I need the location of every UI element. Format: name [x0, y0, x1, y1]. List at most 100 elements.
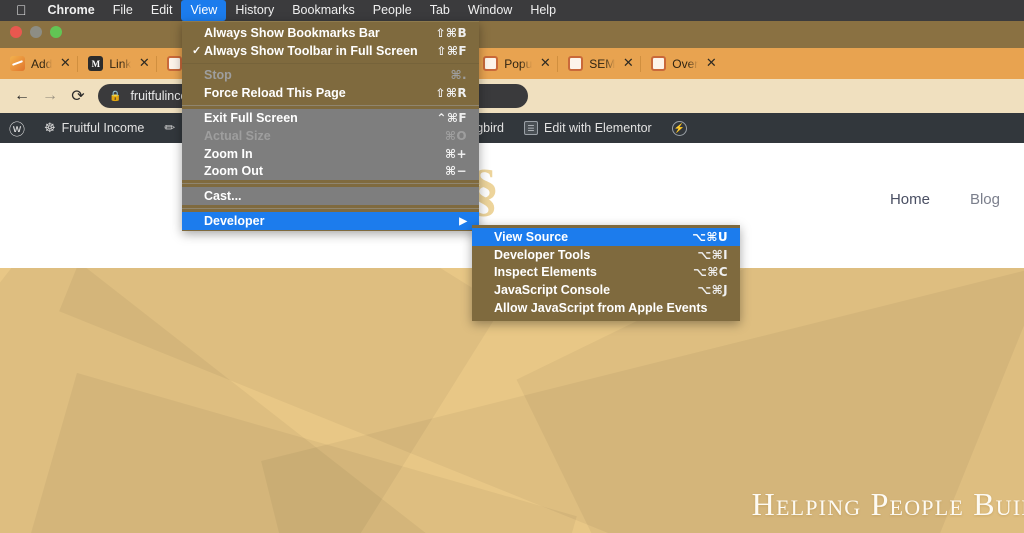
submenu-item-shortcut: ⌥⌘U [692, 229, 728, 244]
menu-item-label: Stop [204, 68, 232, 83]
browser-tab[interactable]: Over ✕ [641, 48, 723, 79]
reload-icon[interactable]: ⟳ [64, 82, 92, 110]
tab-close-icon[interactable]: ✕ [539, 57, 551, 70]
menu-check-icon: ✓ [192, 45, 202, 58]
submenu-item-allow-javascript-from-apple-events[interactable]: Allow JavaScript from Apple Events [472, 299, 740, 317]
browser-tab-title: Over [672, 56, 699, 71]
menu-item-developer[interactable]: Developer ▶ [182, 212, 479, 230]
menu-item-shortcut: ⌘. [450, 68, 467, 83]
menubar-item-help[interactable]: Help [521, 0, 565, 21]
menu-item-exit-full-screen[interactable]: Exit Full Screen ⌃⌘F [182, 109, 479, 127]
menu-item-shortcut: ⇧⌘R [435, 86, 467, 101]
adminbar-site-name: Fruitful Income [61, 121, 145, 135]
menu-item-label: Always Show Bookmarks Bar [204, 25, 380, 40]
tab-close-icon[interactable]: ✕ [705, 57, 717, 70]
menu-item-label: Always Show Toolbar in Full Screen [204, 43, 418, 58]
macos-menubar:  Chrome File Edit View History Bookmark… [0, 0, 1024, 21]
generic-favicon [167, 56, 183, 71]
elementor-icon: ☰ [524, 121, 538, 135]
menubar-item-people[interactable]: People [364, 0, 421, 21]
menu-item-always-show-bookmarks-bar[interactable]: Always Show Bookmarks Bar ⇧⌘B [182, 24, 479, 42]
adminbar-item-customize[interactable]: ✏ [154, 113, 185, 143]
menubar-item-tab[interactable]: Tab [421, 0, 459, 21]
menubar-item-bookmarks[interactable]: Bookmarks [283, 0, 364, 21]
menu-item-label: Zoom In [204, 146, 253, 161]
submenu-item-view-source[interactable]: View Source ⌥⌘U [472, 228, 740, 246]
menu-separator [182, 183, 479, 185]
close-window-button[interactable] [10, 26, 22, 38]
minimize-window-button[interactable] [30, 26, 42, 38]
menubar-item-chrome[interactable]: Chrome [39, 0, 104, 21]
menubar-item-edit[interactable]: Edit [142, 0, 182, 21]
menu-separator [182, 208, 479, 210]
menu-group: Always Show Bookmarks Bar ⇧⌘B ✓ Always Show… [182, 24, 479, 60]
menu-item-stop: Stop ⌘. [182, 67, 479, 85]
page-content: § Home Blog Helping People Buil [0, 143, 1024, 533]
nav-link-blog[interactable]: Blog [970, 191, 1000, 208]
submenu-item-inspect-elements[interactable]: Inspect Elements ⌥⌘C [472, 264, 740, 282]
menu-item-shortcut: ⌘O [444, 128, 467, 143]
menu-item-always-show-toolbar-in-full-screen[interactable]: ✓ Always Show Toolbar in Full Screen ⇧⌘F [182, 42, 479, 60]
paintbrush-icon: ✏ [164, 120, 176, 135]
zoom-window-button[interactable] [50, 26, 62, 38]
tab-close-icon[interactable]: ✕ [622, 57, 634, 70]
view-dropdown-menu[interactable]: Always Show Bookmarks Bar ⇧⌘B ✓ Always Show… [182, 21, 479, 231]
tab-close-icon[interactable]: ✕ [138, 57, 150, 70]
lightning-bolt-icon: ⚡ [671, 120, 687, 136]
browser-tab-title: Popu [504, 56, 533, 71]
generic-favicon [483, 56, 499, 71]
menu-item-label: Zoom Out [204, 164, 264, 179]
wordpress-plugin-favicon [10, 56, 25, 71]
menu-item-actual-size: Actual Size ⌘O [182, 127, 479, 145]
browser-tab[interactable]: Add ✕ [0, 48, 77, 79]
back-arrow-icon[interactable]: ← [8, 82, 36, 110]
submenu-arrow-icon: ▶ [459, 215, 467, 227]
menu-item-label: Force Reload This Page [204, 86, 346, 101]
nav-link-home[interactable]: Home [890, 191, 930, 208]
browser-tab-title: Add [31, 56, 53, 71]
menu-item-force-reload-this-page[interactable]: Force Reload This Page ⇧⌘R [182, 84, 479, 102]
menu-group: Cast... [182, 187, 479, 206]
browser-tab[interactable]: M Link ✕ [78, 48, 156, 79]
menu-item-zoom-in[interactable]: Zoom In ⌘+ [182, 145, 479, 163]
menu-item-label: Exit Full Screen [204, 111, 298, 126]
screen-root:  Chrome File Edit View History Bookmark… [0, 0, 1024, 533]
menu-item-shortcut: ⌘+ [445, 146, 467, 161]
adminbar-item-site[interactable]: ☸ Fruitful Income [34, 113, 154, 143]
menu-item-zoom-out[interactable]: Zoom Out ⌘− [182, 163, 479, 181]
apple-logo-icon[interactable]:  [8, 3, 39, 19]
browser-tab[interactable]: Popu ✕ [473, 48, 557, 79]
dashboard-icon: ☸ [44, 120, 56, 135]
menubar-item-window[interactable]: Window [459, 0, 521, 21]
menu-group: Stop ⌘. Force Reload This Page ⇧⌘R [182, 66, 479, 103]
generic-favicon [568, 56, 584, 71]
menu-item-shortcut: ⇧⌘B [435, 25, 467, 40]
developer-submenu[interactable]: View Source ⌥⌘U Developer Tools ⌥⌘I Inspect … [472, 225, 740, 321]
submenu-item-developer-tools[interactable]: Developer Tools ⌥⌘I [472, 246, 740, 264]
menu-item-cast[interactable]: Cast... [182, 187, 479, 205]
forward-arrow-icon[interactable]: → [36, 82, 64, 110]
hero-headline: Helping People Buil [751, 486, 1024, 522]
submenu-item-javascript-console[interactable]: JavaScript Console ⌥⌘J [472, 281, 740, 299]
submenu-item-shortcut: ⌥⌘I [697, 247, 728, 262]
menu-separator [182, 62, 479, 64]
submenu-item-label: Developer Tools [494, 247, 591, 262]
menubar-item-history[interactable]: History [226, 0, 283, 21]
submenu-item-label: View Source [494, 229, 569, 244]
menubar-item-view[interactable]: View [181, 0, 227, 21]
menubar-item-file[interactable]: File [104, 0, 142, 21]
submenu-item-label: Allow JavaScript from Apple Events [494, 301, 708, 316]
browser-tabstrip[interactable]: Add✕MLink✕ax✕Orga✕Mod✕jeffle✕Popu✕SEM✕Ov… [0, 48, 1024, 79]
generic-favicon [651, 56, 667, 71]
browser-tab[interactable]: SEM ✕ [558, 48, 640, 79]
adminbar-item-elementor[interactable]: ☰ Edit with Elementor [514, 113, 662, 143]
adminbar-item-bolt[interactable]: ⚡ [662, 113, 697, 143]
submenu-item-label: JavaScript Console [494, 283, 611, 298]
wordpress-logo-icon[interactable]: ⓦ [0, 113, 34, 143]
tab-close-icon[interactable]: ✕ [59, 57, 71, 70]
browser-tab-title: SEM [589, 56, 616, 71]
adminbar-elementor-label: Edit with Elementor [544, 121, 652, 135]
gmail-favicon: M [88, 56, 104, 71]
menu-item-shortcut: ⌘− [445, 164, 467, 179]
lock-icon: 🔒 [109, 90, 122, 102]
